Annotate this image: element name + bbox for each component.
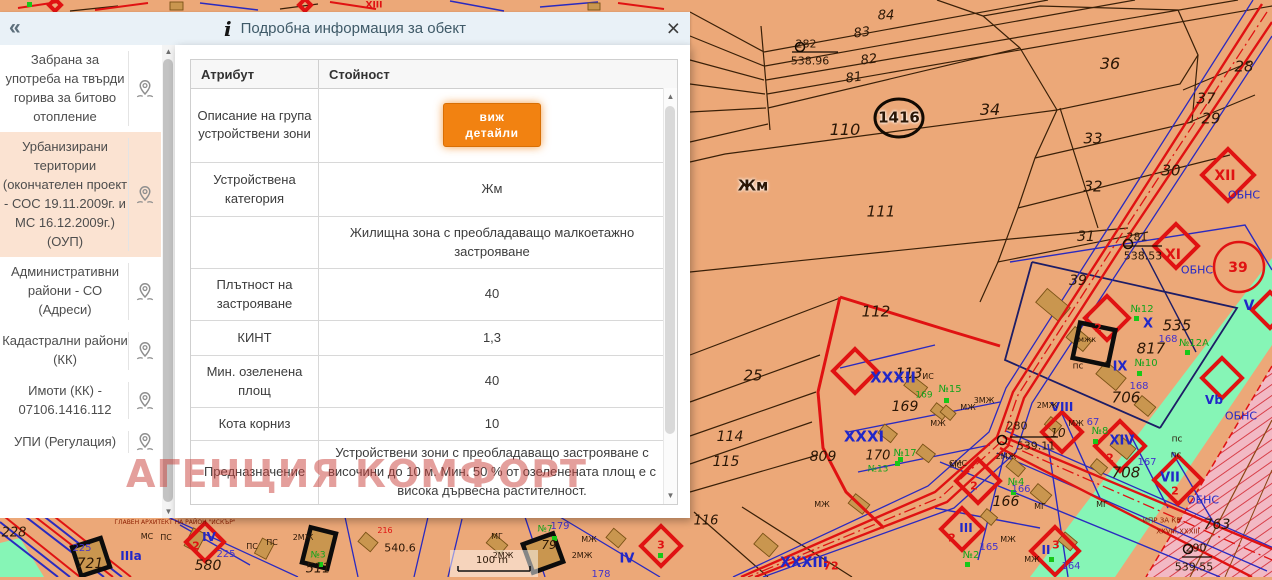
attributes-table: Атрибут Стойност Описание на група устро… bbox=[190, 59, 678, 505]
table-row: КИНТ1,3 bbox=[191, 321, 677, 356]
sidebar-item-label: Забрана за употреба на твърди горива за … bbox=[2, 51, 128, 126]
value-cell: Жилищна зона с преобладаващо малкоетажно… bbox=[319, 217, 677, 268]
location-pin-icon bbox=[134, 281, 156, 303]
sidebar-item-label: Кадастрални райони (КК) bbox=[2, 332, 128, 370]
close-icon[interactable]: × bbox=[667, 14, 680, 43]
value-cell: 40 bbox=[319, 356, 677, 407]
value-cell: Жм bbox=[319, 163, 677, 216]
scrollbar-thumb[interactable] bbox=[163, 59, 173, 502]
sidebar-item-1[interactable]: Урбанизирани територии (окончателен прое… bbox=[0, 132, 161, 257]
layers-sidebar: Забрана за употреба на твърди горива за … bbox=[0, 45, 175, 518]
table-scroll-up-icon[interactable]: ▲ bbox=[664, 90, 677, 103]
table-header-row: Атрибут Стойност bbox=[191, 60, 677, 89]
table-row: Кота корниз10 bbox=[191, 408, 677, 441]
table-scroll-down-icon[interactable]: ▼ bbox=[664, 489, 677, 502]
table-row: ПредназначениеУстройствени зони с преобл… bbox=[191, 441, 677, 504]
sidebar-item-4[interactable]: Имоти (КК) - 07106.1416.112 bbox=[0, 376, 161, 426]
sidebar-item-label: Административни райони - СО (Адреси) bbox=[2, 263, 128, 320]
sidebar-item-2[interactable]: Административни райони - СО (Адреси) bbox=[0, 257, 161, 326]
table-row: Мин. озеленена площ40 bbox=[191, 356, 677, 408]
sidebar-item-label: Имоти (КК) - 07106.1416.112 bbox=[2, 382, 128, 420]
object-info-dialog: Атрибут Стойност Описание на група устро… bbox=[175, 45, 690, 518]
location-pin-icon bbox=[134, 184, 156, 206]
table-body: Описание на група устройствени зони виж д… bbox=[191, 88, 677, 504]
scroll-up-icon[interactable]: ▲ bbox=[162, 45, 175, 58]
location-pin-icon bbox=[134, 78, 156, 100]
attribute-cell: Кота корниз bbox=[191, 408, 319, 440]
attribute-cell: Плътност на застрояване bbox=[191, 269, 319, 320]
attribute-cell: Предназначение bbox=[191, 441, 319, 504]
attribute-cell: КИНТ bbox=[191, 321, 319, 355]
table-scrollbar-thumb[interactable] bbox=[665, 106, 675, 434]
scale-bar bbox=[450, 550, 538, 577]
zoom-to-layer-button[interactable] bbox=[128, 382, 161, 420]
zoom-to-layer-button[interactable] bbox=[128, 431, 161, 453]
sidebar-scrollbar[interactable]: ▲ ▼ bbox=[162, 45, 175, 518]
value-cell: виж детайли bbox=[319, 88, 677, 162]
table-scrollbar[interactable]: ▲ ▼ bbox=[663, 88, 677, 504]
sidebar-item-0[interactable]: Забрана за употреба на твърди горива за … bbox=[0, 45, 161, 132]
zoom-to-layer-button[interactable] bbox=[128, 263, 161, 320]
location-pin-icon bbox=[134, 390, 156, 412]
table-row: Плътност на застрояване40 bbox=[191, 269, 677, 321]
table-row: Жилищна зона с преобладаващо малкоетажно… bbox=[191, 217, 677, 269]
view-details-button[interactable]: виж детайли bbox=[443, 103, 541, 147]
column-header-attribute: Атрибут bbox=[191, 60, 319, 88]
location-pin-icon bbox=[134, 431, 156, 453]
value-cell: 1,3 bbox=[319, 321, 677, 355]
sidebar-item-label: УПИ (Регулация) bbox=[2, 433, 128, 452]
layers-list: Забрана за употреба на твърди горива за … bbox=[0, 45, 161, 518]
location-pin-icon bbox=[134, 340, 156, 362]
dialog-title: Подробна информация за обект bbox=[241, 20, 466, 37]
zoom-to-layer-button[interactable] bbox=[128, 51, 161, 126]
attribute-cell: Мин. озеленена площ bbox=[191, 356, 319, 407]
dialog-title-wrap: i Подробна информация за обект bbox=[0, 12, 690, 45]
sidebar-item-5[interactable]: УПИ (Регулация) bbox=[0, 425, 161, 459]
sidebar-item-3[interactable]: Кадастрални райони (КК) bbox=[0, 326, 161, 376]
zoom-to-layer-button[interactable] bbox=[128, 332, 161, 370]
table-row: Описание на група устройствени зони виж д… bbox=[191, 88, 677, 163]
scroll-down-icon[interactable]: ▼ bbox=[162, 505, 175, 518]
sidebar-item-label: Урбанизирани територии (окончателен прое… bbox=[2, 138, 128, 251]
column-header-value: Стойност bbox=[319, 60, 677, 88]
value-cell: 10 bbox=[319, 408, 677, 440]
attribute-cell: Описание на група устройствени зони bbox=[191, 88, 319, 162]
value-cell: Устройствени зони с преобладаващо застро… bbox=[319, 441, 677, 504]
zoom-to-layer-button[interactable] bbox=[128, 138, 161, 251]
value-cell: 40 bbox=[319, 269, 677, 320]
attribute-cell: Устройствена категория bbox=[191, 163, 319, 216]
info-icon: i bbox=[224, 17, 232, 41]
dialog-header: « i Подробна информация за обект × bbox=[0, 12, 690, 46]
attribute-cell bbox=[191, 217, 319, 268]
table-row: Устройствена категорияЖм bbox=[191, 163, 677, 217]
